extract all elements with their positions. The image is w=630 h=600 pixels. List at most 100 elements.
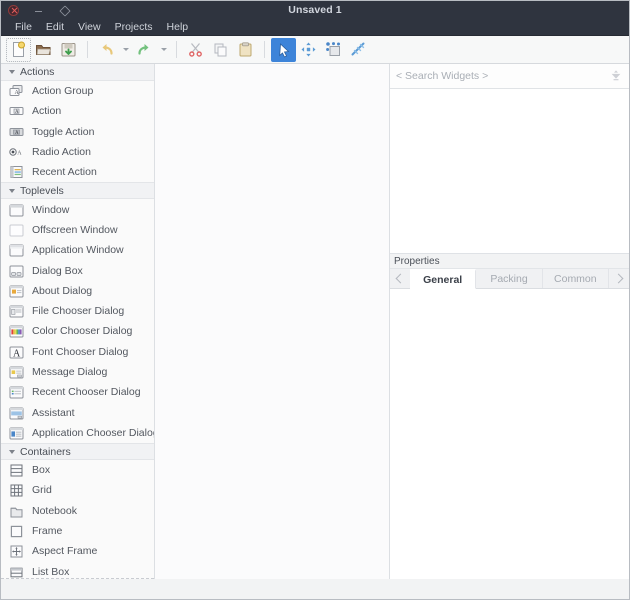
undo-arrow-icon [98,41,115,58]
palette-item-grid[interactable]: Grid [1,480,154,500]
menu-edit[interactable]: Edit [39,20,71,34]
menubar: File Edit View Projects Help [1,19,629,36]
palette-group-containers[interactable]: Containers [1,443,154,460]
align-edit-tool-button[interactable] [346,38,371,62]
tabs-scroll-left-button[interactable] [390,269,410,288]
new-file-icon [10,41,27,58]
redo-button[interactable] [132,38,157,62]
open-project-button[interactable] [31,38,56,62]
menu-projects[interactable]: Projects [108,20,160,34]
palette-item-label: Assistant [32,407,75,419]
search-input[interactable] [396,70,609,82]
dialog-box-icon [9,264,24,278]
palette-item-label: List Box [32,566,69,578]
palette-item-offscreen-window[interactable]: Offscreen Window [1,220,154,240]
palette-item-message-dialog[interactable]: Message Dialog [1,362,154,382]
palette-item-recent-action[interactable]: Recent Action [1,162,154,182]
palette-item-label: Frame [32,525,62,537]
palette-group-actions[interactable]: Actions [1,64,154,81]
toolbar-separator [176,41,177,58]
palette-item-file-chooser-dialog[interactable]: File Chooser Dialog [1,301,154,321]
palette-item-list-box[interactable]: List Box [1,562,154,579]
margin-edit-tool-button[interactable] [321,38,346,62]
menu-help[interactable]: Help [160,20,196,34]
tab-packing[interactable]: Packing [476,269,542,288]
palette-item-label: Box [32,464,50,476]
redo-dropdown-button[interactable] [157,38,170,62]
paste-button[interactable] [233,38,258,62]
design-canvas[interactable] [155,64,390,579]
palette-item-toggle-action[interactable]: AToggle Action [1,122,154,142]
save-disk-icon [60,41,77,58]
application-window-icon [9,243,24,257]
grid-icon [9,483,24,497]
copy-pages-icon [212,41,229,58]
svg-text:A: A [15,110,19,115]
menu-file[interactable]: File [8,20,39,34]
palette-item-action-group[interactable]: AAction Group [1,81,154,101]
palette-item-dialog-box[interactable]: Dialog Box [1,260,154,280]
copy-button[interactable] [208,38,233,62]
palette-item-application-window[interactable]: Application Window [1,240,154,260]
palette-item-label: Color Chooser Dialog [32,325,132,337]
svg-text:A: A [15,90,20,96]
palette-item-about-dialog[interactable]: About Dialog [1,281,154,301]
palette-item-color-chooser-dialog[interactable]: Color Chooser Dialog [1,321,154,341]
palette-item-frame[interactable]: Frame [1,521,154,541]
palette-item-radio-action[interactable]: ARadio Action [1,142,154,162]
svg-text:A: A [15,131,19,136]
palette-item-box[interactable]: Box [1,460,154,480]
chevron-down-icon [161,48,167,51]
palette-item-assistant[interactable]: Assistant [1,402,154,422]
aspect-frame-icon [9,544,24,558]
palette-item-application-chooser-dialog[interactable]: Application Chooser Dialog [1,423,154,443]
window-titlebar: Unsaved 1 [1,1,629,19]
widget-inspector-tree[interactable] [390,89,629,254]
offscreen-window-icon [9,223,24,237]
select-tool-button[interactable] [271,38,296,62]
action-icon: A [9,104,24,118]
palette-item-label: Radio Action [32,146,91,158]
undo-button[interactable] [94,38,119,62]
new-project-button[interactable] [6,38,31,62]
properties-content[interactable] [390,289,629,579]
undo-dropdown-button[interactable] [119,38,132,62]
box-icon [9,463,24,477]
window-title: Unsaved 1 [1,4,629,16]
palette-item-aspect-frame[interactable]: Aspect Frame [1,541,154,561]
scissors-icon [187,41,204,58]
tab-general[interactable]: General [410,269,476,289]
palette-item-label: Font Chooser Dialog [32,346,128,358]
palette-item-action[interactable]: AAction [1,101,154,121]
palette-item-recent-chooser-dialog[interactable]: Recent Chooser Dialog [1,382,154,402]
palette-item-notebook[interactable]: Notebook [1,501,154,521]
palette-item-font-chooser-dialog[interactable]: AFont Chooser Dialog [1,342,154,362]
recent-action-icon [9,165,24,179]
palette-item-label: Message Dialog [32,366,107,378]
menu-view[interactable]: View [71,20,108,34]
message-dialog-icon [9,365,24,379]
right-dock: Properties General Packing Common [390,64,629,579]
palette-item-label: Aspect Frame [32,545,97,557]
action-group-icon: A [9,84,24,98]
properties-panel: Properties General Packing Common [390,254,629,579]
anchor-down-icon[interactable] [609,69,623,83]
save-project-button[interactable] [56,38,81,62]
palette-item-label: Recent Action [32,166,97,178]
tabs-scroll-right-button[interactable] [609,269,629,288]
drag-resize-tool-button[interactable] [296,38,321,62]
drag-resize-icon [300,41,317,58]
margin-edit-icon [325,41,342,58]
palette-scroll-area[interactable]: ActionsAAction GroupAActionAToggle Actio… [1,64,154,579]
widget-palette: ActionsAAction GroupAActionAToggle Actio… [1,64,155,579]
chevron-right-icon [614,274,624,284]
tab-common[interactable]: Common [543,269,609,288]
cut-button[interactable] [183,38,208,62]
align-edit-icon [350,41,367,58]
recent-chooser-dialog-icon [9,385,24,399]
properties-title: Properties [390,254,629,269]
chevron-down-icon [123,48,129,51]
palette-item-window[interactable]: Window [1,199,154,219]
list-box-icon [9,565,24,579]
palette-group-toplevels[interactable]: Toplevels [1,182,154,199]
